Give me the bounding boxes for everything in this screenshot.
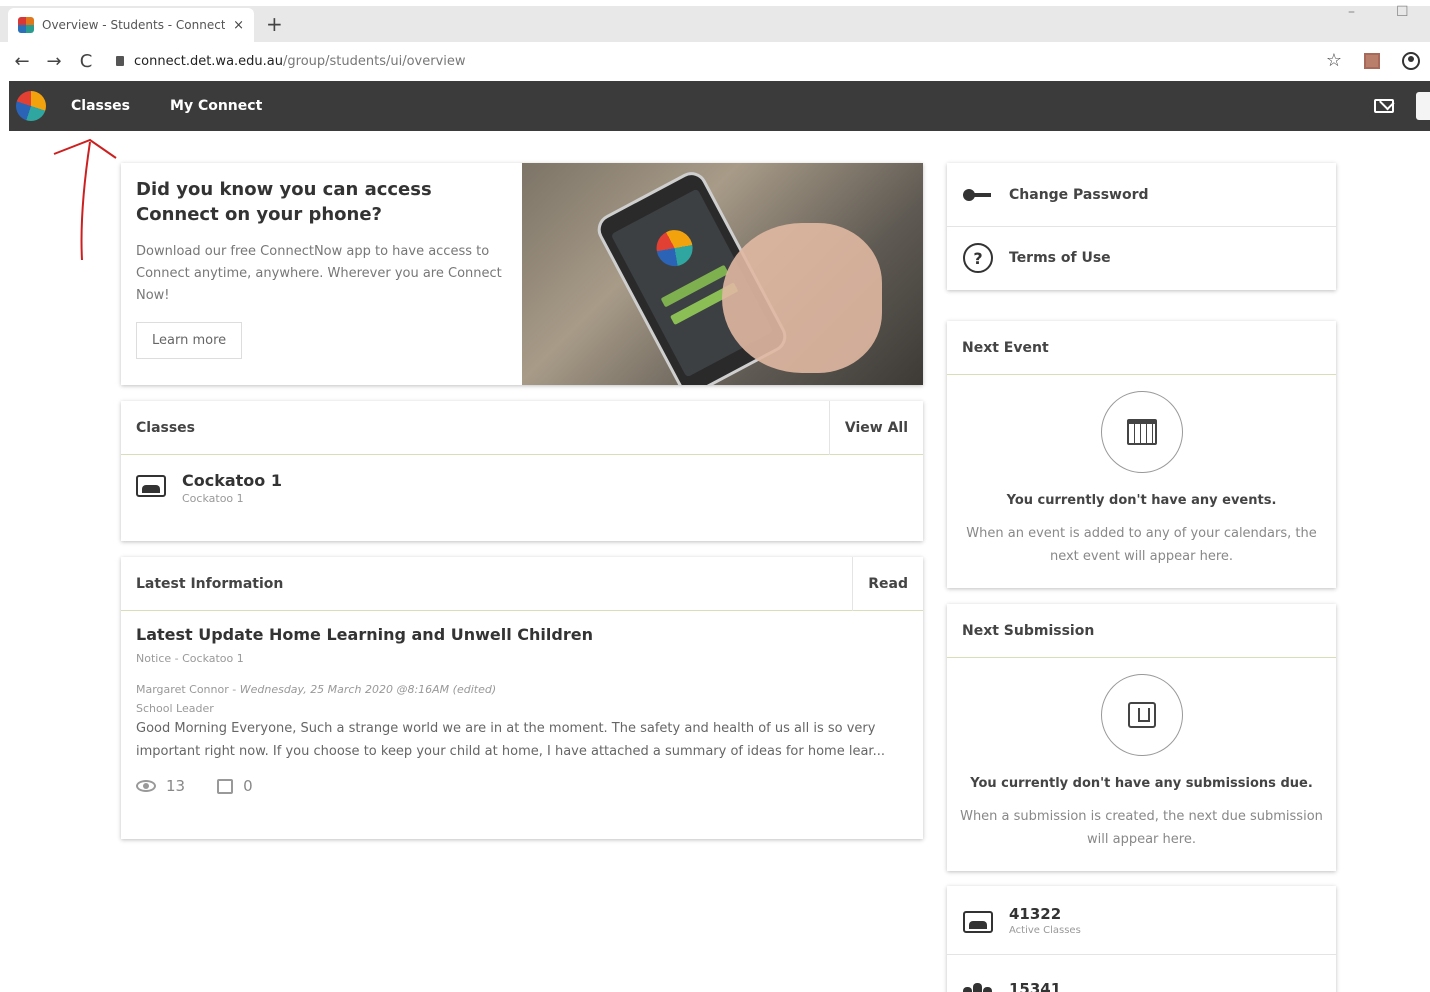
- maximize-button[interactable]: ☐: [1396, 4, 1409, 20]
- latest-information-title: Latest Information: [136, 575, 284, 592]
- help-icon: ?: [963, 243, 993, 273]
- tab-title: Overview - Students - Connect: [42, 18, 226, 32]
- browser-toolbar-right: ☆: [1326, 50, 1420, 71]
- next-submission-empty-state: You currently don't have any submissions…: [947, 658, 1336, 851]
- promo-text: Did you know you can access Connect on y…: [121, 163, 522, 385]
- post: Latest Update Home Learning and Unwell C…: [121, 611, 923, 809]
- promo-card: Did you know you can access Connect on y…: [121, 163, 923, 385]
- views-eye-icon: [136, 780, 156, 792]
- promo-phone-image: [522, 163, 923, 385]
- no-events-description: When an event is added to any of your ca…: [966, 526, 1317, 564]
- user-figure: [973, 982, 982, 992]
- new-tab-button[interactable]: +: [266, 12, 283, 36]
- next-event-empty-state: You currently don't have any events. Whe…: [947, 375, 1336, 568]
- browser-tab[interactable]: Overview - Students - Connect ×: [8, 8, 254, 42]
- class-subtitle: Cockatoo 1: [182, 492, 244, 505]
- browser-tabstrip: Overview - Students - Connect × + – ☐: [0, 0, 1430, 42]
- user-figure: [963, 986, 972, 992]
- stat-value: 15341: [1009, 979, 1062, 992]
- mail-icon[interactable]: [1374, 99, 1394, 113]
- terms-of-use-link[interactable]: ? Terms of Use: [947, 226, 1336, 289]
- user-menu-button[interactable]: [1416, 92, 1430, 120]
- latest-information-header: Latest Information Read: [121, 556, 923, 611]
- next-submission-title: Next Submission: [962, 622, 1095, 639]
- classes-header: Classes View All: [121, 400, 923, 455]
- terms-of-use-label: Terms of Use: [1009, 250, 1111, 266]
- next-submission-card: Next Submission You currently don't have…: [947, 604, 1336, 871]
- classes-card: Classes View All Cockatoo 1 Cockatoo 1: [121, 400, 923, 541]
- appbar-right: [1374, 81, 1430, 131]
- views-count: 13: [166, 777, 186, 795]
- post-meta: Notice - Cockatoo 1: [136, 652, 244, 665]
- stat-users: 15341: [947, 954, 1336, 992]
- nav-classes[interactable]: Classes: [71, 98, 130, 114]
- hand-graphic: [722, 223, 882, 373]
- latest-information-card: Latest Information Read Latest Update Ho…: [121, 556, 923, 839]
- no-submissions-title: You currently don't have any submissions…: [970, 776, 1313, 791]
- post-author-role: School Leader: [136, 702, 214, 715]
- change-password-label: Change Password: [1009, 186, 1149, 203]
- connect-logo[interactable]: [9, 81, 53, 131]
- post-excerpt: Good Morning Everyone, Such a strange wo…: [136, 721, 885, 759]
- classroom-icon: [136, 475, 166, 497]
- lock-icon: [116, 56, 124, 66]
- users-icon: [963, 979, 993, 992]
- next-submission-header: Next Submission: [947, 604, 1336, 658]
- annotation-arrow: [53, 138, 117, 261]
- tab-close-icon[interactable]: ×: [233, 18, 244, 33]
- nav-my-connect[interactable]: My Connect: [170, 98, 262, 114]
- back-button[interactable]: ←: [6, 51, 38, 72]
- stat-label: Active Classes: [1009, 924, 1081, 936]
- next-event-card: Next Event You currently don't have any …: [947, 321, 1336, 588]
- url-host: connect.det.wa.edu.au: [134, 53, 283, 69]
- phone-logo-icon: [650, 223, 699, 273]
- learn-more-button[interactable]: Learn more: [136, 322, 243, 359]
- submission-upload-icon: [1127, 702, 1156, 728]
- class-item[interactable]: Cockatoo 1 Cockatoo 1: [121, 455, 923, 521]
- post-edited: (edited): [452, 683, 497, 696]
- classes-title: Classes: [136, 419, 196, 436]
- next-event-title: Next Event: [962, 339, 1049, 356]
- promo-description: Download our free ConnectNow app to have…: [136, 244, 502, 303]
- class-name: Cockatoo 1: [182, 471, 282, 490]
- minimize-button[interactable]: –: [1348, 4, 1355, 20]
- account-links-card: Change Password ? Terms of Use: [947, 163, 1336, 290]
- browser-addressbar: ← → C connect.det.wa.edu.au/group/studen…: [0, 42, 1430, 80]
- no-events-title: You currently don't have any events.: [1006, 493, 1277, 508]
- key-icon: [963, 188, 993, 201]
- post-author: Margaret Connor: [136, 683, 229, 696]
- next-event-header: Next Event: [947, 321, 1336, 375]
- calendar-icon: [1126, 419, 1157, 445]
- change-password-link[interactable]: Change Password: [947, 163, 1336, 226]
- stats-card: 41322 Active Classes 15341: [947, 886, 1336, 992]
- stat-value: 41322: [1009, 904, 1062, 923]
- url-field[interactable]: connect.det.wa.edu.au/group/students/ui/…: [116, 54, 466, 69]
- connect-logo-icon: [16, 91, 46, 121]
- url-path: /group/students/ui/overview: [283, 53, 466, 69]
- post-author-line: Margaret Connor - Wednesday, 25 March 20…: [136, 683, 497, 696]
- user-figure: [983, 986, 992, 992]
- reload-button[interactable]: C: [70, 51, 102, 72]
- stat-active-classes: 41322 Active Classes: [947, 886, 1336, 954]
- bookmark-star-icon[interactable]: ☆: [1326, 50, 1342, 71]
- promo-title: Did you know you can access Connect on y…: [136, 179, 432, 225]
- post-title[interactable]: Latest Update Home Learning and Unwell C…: [136, 625, 908, 644]
- no-submissions-description: When a submission is created, the next d…: [960, 809, 1323, 847]
- forward-button[interactable]: →: [38, 51, 70, 72]
- read-button[interactable]: Read: [852, 556, 923, 611]
- app-navbar: Classes My Connect: [9, 81, 1430, 131]
- submission-circle: [1100, 674, 1183, 756]
- view-all-button[interactable]: View All: [828, 400, 923, 455]
- classroom-icon: [963, 911, 993, 933]
- connect-favicon-icon: [18, 17, 34, 33]
- extension-icon[interactable]: [1364, 52, 1380, 69]
- profile-icon[interactable]: [1402, 51, 1420, 70]
- comments-count: 0: [243, 777, 253, 795]
- post-stats: 13 0: [136, 777, 908, 795]
- post-date: Wednesday, 25 March 2020 @8:16AM: [239, 683, 450, 696]
- calendar-circle: [1100, 391, 1183, 473]
- comment-icon[interactable]: [217, 778, 234, 794]
